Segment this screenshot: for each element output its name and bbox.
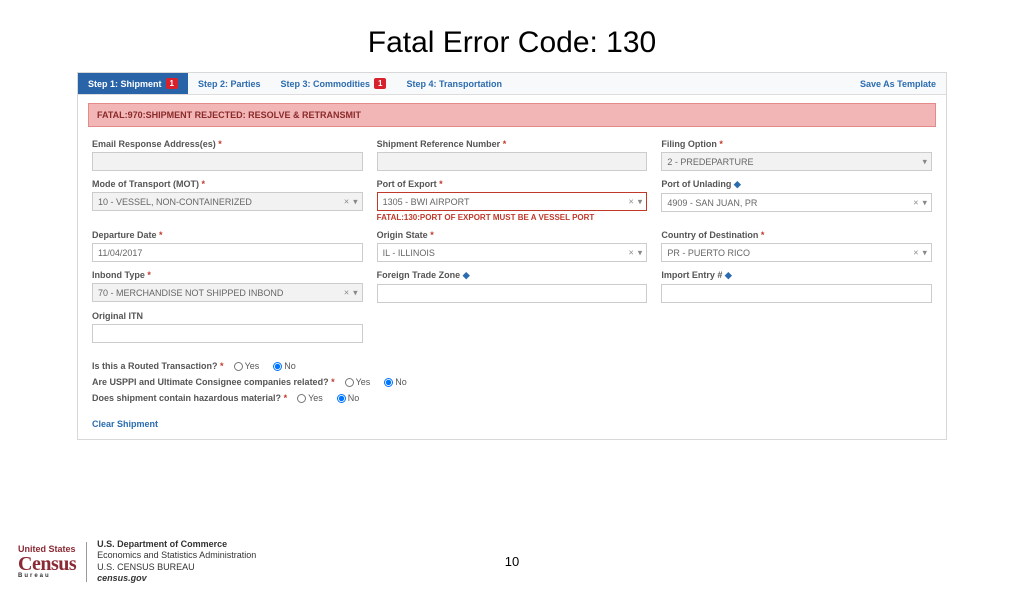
chevron-down-icon: ▾ xyxy=(922,156,927,167)
email-input[interactable] xyxy=(92,152,363,171)
field-label: Port of Unlading ◆ xyxy=(661,179,932,190)
clear-shipment-link[interactable]: Clear Shipment xyxy=(78,419,946,439)
mode-of-transport-field: Mode of Transport (MOT) * 10 - VESSEL, N… xyxy=(92,179,363,222)
routed-transaction-question: Is this a Routed Transaction? * Yes No xyxy=(92,361,932,371)
field-label: Port of Export * xyxy=(377,179,648,189)
inbond-type-field: Inbond Type * 70 - MERCHANDISE NOT SHIPP… xyxy=(92,270,363,303)
census-logo-block: United States Census Bureau U.S. Departm… xyxy=(18,539,256,584)
info-diamond-icon: ◆ xyxy=(725,270,732,280)
clear-icon: × xyxy=(344,288,349,298)
field-label: Foreign Trade Zone ◆ xyxy=(377,270,648,281)
port-of-unlading-field: Port of Unlading ◆ 4909 - SAN JUAN, PR ×… xyxy=(661,179,932,222)
field-label: Origin State * xyxy=(377,230,648,240)
clear-icon: × xyxy=(913,198,918,208)
original-itn-input[interactable] xyxy=(92,324,363,343)
related-no-radio[interactable] xyxy=(384,378,393,387)
error-badge: 1 xyxy=(166,78,178,89)
field-label: Country of Destination * xyxy=(661,230,932,240)
clear-icon: × xyxy=(344,197,349,207)
inbond-type-select[interactable]: 70 - MERCHANDISE NOT SHIPPED INBOND × ▾ xyxy=(92,283,363,302)
foreign-trade-zone-field: Foreign Trade Zone ◆ xyxy=(377,270,648,303)
import-entry-input[interactable] xyxy=(661,284,932,303)
field-label: Shipment Reference Number * xyxy=(377,139,648,149)
tab-step-3-commodities[interactable]: Step 3: Commodities 1 xyxy=(271,73,397,94)
email-response-field: Email Response Address(es) * xyxy=(92,139,363,171)
slide-title: Fatal Error Code: 130 xyxy=(0,26,1024,60)
tab-label: Step 1: Shipment xyxy=(88,79,162,89)
port-of-export-select[interactable]: 1305 - BWI AIRPORT × ▾ xyxy=(377,192,648,211)
original-itn-field: Original ITN xyxy=(92,311,363,343)
country-destination-field: Country of Destination * PR - PUERTO RIC… xyxy=(661,230,932,262)
slide-footer: United States Census Bureau U.S. Departm… xyxy=(18,539,1006,584)
port-of-export-field: Port of Export * 1305 - BWI AIRPORT × ▾ … xyxy=(377,179,648,222)
hazmat-no-radio[interactable] xyxy=(337,394,346,403)
chevron-down-icon: ▾ xyxy=(353,196,358,207)
filing-option-field: Filing Option * 2 - PREDEPARTURE ▾ xyxy=(661,139,932,171)
page-number: 10 xyxy=(505,554,519,569)
chevron-down-icon: ▾ xyxy=(922,247,927,258)
department-text: U.S. Department of Commerce Economics an… xyxy=(97,539,256,584)
field-label: Inbond Type * xyxy=(92,270,363,280)
port-of-export-error: FATAL:130:PORT OF EXPORT MUST BE A VESSE… xyxy=(377,213,648,222)
chevron-down-icon: ▾ xyxy=(922,197,927,208)
hazmat-yes-radio[interactable] xyxy=(297,394,306,403)
hazmat-question: Does shipment contain hazardous material… xyxy=(92,393,932,403)
clear-icon: × xyxy=(913,248,918,258)
departure-date-field: Departure Date * xyxy=(92,230,363,262)
companies-related-question: Are USPPI and Ultimate Consignee compani… xyxy=(92,377,932,387)
filing-option-select[interactable]: 2 - PREDEPARTURE ▾ xyxy=(661,152,932,171)
form-grid: Email Response Address(es) * Shipment Re… xyxy=(78,135,946,353)
chevron-down-icon: ▾ xyxy=(353,287,358,298)
departure-date-input[interactable] xyxy=(92,243,363,262)
country-destination-select[interactable]: PR - PUERTO RICO × ▾ xyxy=(661,243,932,262)
chevron-down-icon: ▾ xyxy=(638,196,643,207)
field-label: Original ITN xyxy=(92,311,363,321)
routed-no-radio[interactable] xyxy=(273,362,282,371)
clear-icon: × xyxy=(629,197,634,207)
tab-step-4-transportation[interactable]: Step 4: Transportation xyxy=(396,73,512,94)
chevron-down-icon: ▾ xyxy=(638,247,643,258)
field-label: Import Entry # ◆ xyxy=(661,270,932,281)
related-yes-radio[interactable] xyxy=(345,378,354,387)
field-label: Email Response Address(es) * xyxy=(92,139,363,149)
shipment-form-panel: Step 1: Shipment 1 Step 2: Parties Step … xyxy=(77,72,947,440)
error-badge: 1 xyxy=(374,78,386,89)
save-as-template-link[interactable]: Save As Template xyxy=(850,79,946,89)
step-tabs: Step 1: Shipment 1 Step 2: Parties Step … xyxy=(78,73,946,95)
info-diamond-icon: ◆ xyxy=(463,270,470,280)
origin-state-select[interactable]: IL - ILLINOIS × ▾ xyxy=(377,243,648,262)
census-logo: United States Census Bureau xyxy=(18,545,76,579)
shipment-reference-field: Shipment Reference Number * xyxy=(377,139,648,171)
mode-of-transport-select[interactable]: 10 - VESSEL, NON-CONTAINERIZED × ▾ xyxy=(92,192,363,211)
port-of-unlading-select[interactable]: 4909 - SAN JUAN, PR × ▾ xyxy=(661,193,932,212)
field-label: Filing Option * xyxy=(661,139,932,149)
info-diamond-icon: ◆ xyxy=(734,179,741,189)
import-entry-field: Import Entry # ◆ xyxy=(661,270,932,303)
questions-section: Is this a Routed Transaction? * Yes No A… xyxy=(78,353,946,419)
tab-step-2-parties[interactable]: Step 2: Parties xyxy=(188,73,271,94)
fatal-alert-banner: FATAL:970:SHIPMENT REJECTED: RESOLVE & R… xyxy=(88,103,936,127)
tab-step-1-shipment[interactable]: Step 1: Shipment 1 xyxy=(78,73,188,94)
field-label: Departure Date * xyxy=(92,230,363,240)
shipment-reference-input[interactable] xyxy=(377,152,648,171)
tab-label: Step 3: Commodities xyxy=(281,79,371,89)
routed-yes-radio[interactable] xyxy=(234,362,243,371)
foreign-trade-zone-input[interactable] xyxy=(377,284,648,303)
origin-state-field: Origin State * IL - ILLINOIS × ▾ xyxy=(377,230,648,262)
clear-icon: × xyxy=(629,248,634,258)
field-label: Mode of Transport (MOT) * xyxy=(92,179,363,189)
